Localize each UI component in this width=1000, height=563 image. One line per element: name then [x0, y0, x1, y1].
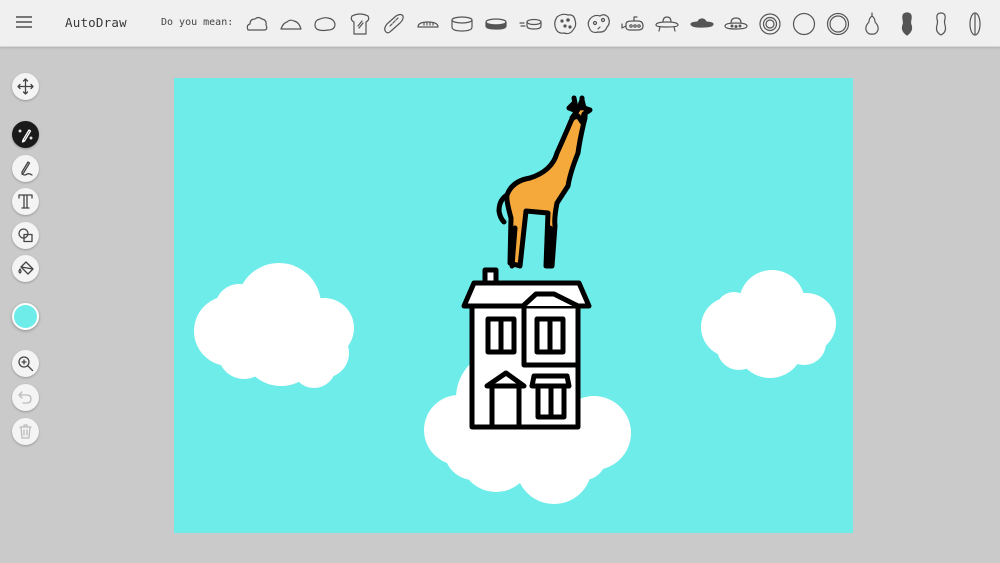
suggestion-strip — [240, 8, 992, 40]
pencil-icon — [21, 161, 33, 176]
suggestion-hockey-puck[interactable] — [479, 8, 513, 40]
suggestion-ufo-flat[interactable] — [684, 8, 718, 40]
delete-button[interactable] — [12, 418, 39, 445]
top-bar: AutoDraw Do you mean: — [0, 0, 1000, 47]
suggestion-almond[interactable] — [958, 8, 992, 40]
trash-icon — [19, 424, 32, 439]
color-picker-button[interactable] — [12, 303, 39, 330]
suggestion-ufo-windows[interactable] — [719, 8, 753, 40]
suggestion-toast[interactable] — [343, 8, 377, 40]
suggestion-moving-puck[interactable] — [514, 8, 548, 40]
text-tool-button[interactable] — [12, 188, 39, 215]
suggestion-circle[interactable] — [787, 8, 821, 40]
suggestion-cookie-bitten[interactable] — [582, 8, 616, 40]
autodraw-sparkle-pen-icon — [18, 129, 33, 143]
suggestion-peanut[interactable] — [924, 8, 958, 40]
undo-button[interactable] — [12, 384, 39, 411]
suggestion-double-ring[interactable] — [821, 8, 855, 40]
paint-bucket-icon — [18, 261, 34, 275]
suggestion-target-ring[interactable] — [753, 8, 787, 40]
suggestion-peanut-textured[interactable] — [890, 8, 924, 40]
suggestion-cake-round[interactable] — [445, 8, 479, 40]
suggestion-baguette[interactable] — [377, 8, 411, 40]
zoom-in-icon — [18, 356, 34, 372]
suggestion-cloud-flat[interactable] — [274, 8, 308, 40]
draw-tool-button[interactable] — [12, 155, 39, 182]
text-T-icon — [18, 194, 33, 209]
fill-tool-button[interactable] — [12, 255, 39, 282]
suggestion-pear[interactable] — [855, 8, 889, 40]
suggestion-bread-loaf[interactable] — [411, 8, 445, 40]
suggestion-cookie-spotted[interactable] — [548, 8, 582, 40]
app-title: AutoDraw — [65, 15, 127, 30]
suggestion-cloud[interactable] — [240, 8, 274, 40]
autodraw-tool-button[interactable] — [12, 121, 39, 148]
suggestions-label: Do you mean: — [161, 17, 234, 28]
zoom-tool-button[interactable] — [12, 350, 39, 377]
move-tool-button[interactable] — [12, 73, 39, 100]
move-arrows-icon — [17, 78, 34, 95]
hamburger-menu-icon[interactable] — [14, 13, 34, 33]
house[interactable] — [461, 267, 592, 430]
undo-icon — [18, 391, 32, 404]
drawing-canvas[interactable] — [174, 78, 853, 533]
shapes-icon — [18, 228, 33, 243]
shape-tool-button[interactable] — [12, 222, 39, 249]
suggestion-ufo-legs[interactable] — [650, 8, 684, 40]
suggestion-submarine[interactable] — [616, 8, 650, 40]
suggestion-cloud-round[interactable] — [308, 8, 342, 40]
